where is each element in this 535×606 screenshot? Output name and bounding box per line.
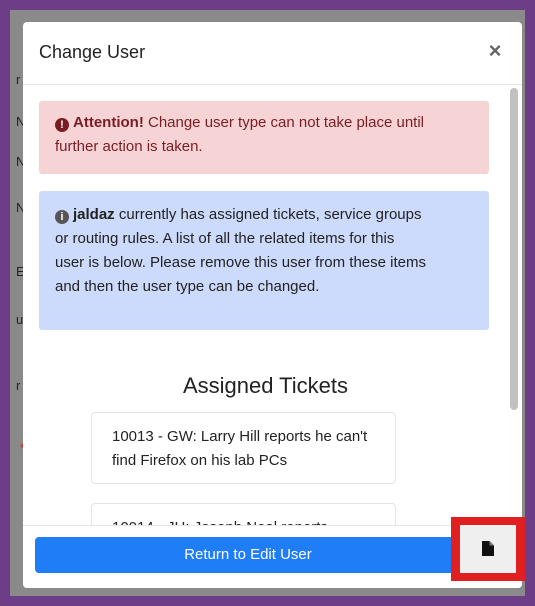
info-circle-icon: i [55,210,69,224]
ticket-title: 10014 - JH: Joseph Neal reports Jahkarri [112,516,375,525]
ticket-card[interactable]: 10013 - GW: Larry Hill reports he can't … [91,412,396,484]
document-icon[interactable] [482,541,494,556]
alert-text: further action is taken. [55,138,203,155]
info-text: or routing rules. A list of all the rela… [55,230,395,247]
modal-header: Change User × [23,22,522,85]
info-text: currently has assigned tickets, service … [114,206,422,223]
exclamation-circle-icon: ! [55,118,69,132]
ticket-card[interactable]: 10014 - JH: Joseph Neal reports Jahkarri [91,503,396,525]
modal-footer: Return to Edit User [23,525,522,588]
alert-text: Change user type can not take place unti… [143,114,424,131]
change-user-modal: Change User × ! Attention! Change user ty… [23,22,522,588]
document-button[interactable] [460,525,516,573]
scrollbar-thumb[interactable] [510,88,518,410]
attention-alert: ! Attention! Change user type can not tak… [39,101,489,174]
username: jaldaz [73,206,115,223]
highlighted-document-widget [451,517,525,581]
ticket-title: find Firefox on his lab PCs [112,452,288,469]
ticket-title: 10013 - GW: Larry Hill reports he can't [112,428,368,445]
info-text: and then the user type can be changed. [55,278,320,295]
modal-body: ! Attention! Change user type can not tak… [23,85,522,525]
return-to-edit-user-button[interactable]: Return to Edit User [35,537,461,573]
modal-title: Change User [39,42,146,62]
background-text: r [16,72,21,87]
modal-scrollbar[interactable] [510,88,518,520]
info-text: user is below. Please remove this user f… [55,254,426,271]
assigned-tickets-heading: Assigned Tickets [182,373,349,398]
info-alert: i jaldaz currently has assigned tickets, … [39,191,489,330]
alert-strong-text: Attention! [73,114,144,131]
close-icon[interactable]: × [489,38,502,63]
info-line: i jaldaz currently has assigned tickets, … [55,203,473,227]
close-button[interactable]: × [484,39,506,63]
background-text: r [16,378,21,393]
